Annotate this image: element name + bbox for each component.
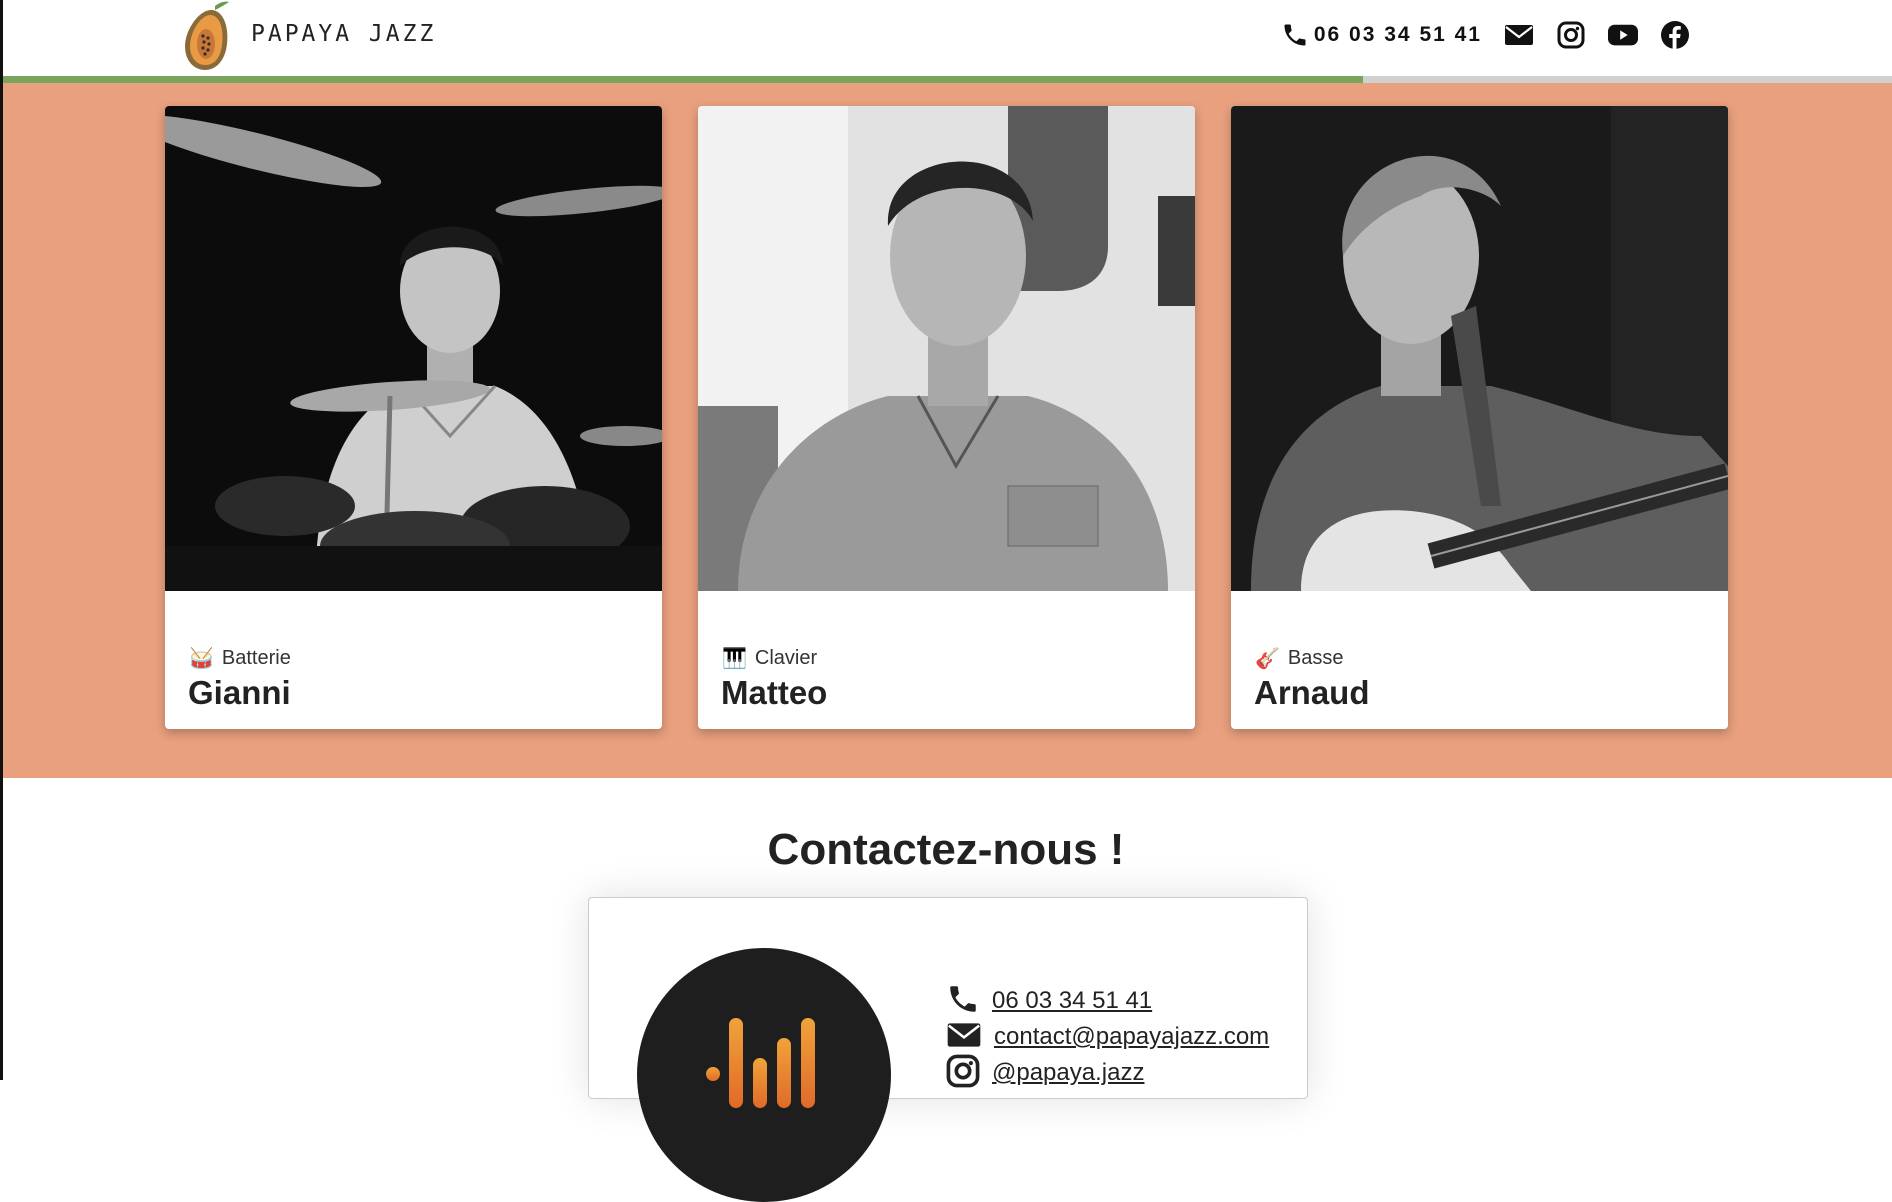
scroll-progress-fill	[3, 76, 1364, 83]
musician-card[interactable]: 🎹 Clavier Matteo	[698, 106, 1195, 729]
musician-name: Gianni	[188, 674, 291, 711]
guitar-icon: 🎸	[1255, 648, 1280, 670]
header-phone-number[interactable]: 06 03 34 51 41	[1314, 23, 1482, 47]
scroll-progress-bar	[3, 76, 1892, 83]
instagram-icon[interactable]	[1556, 20, 1586, 50]
header-contact-bar: 06 03 34 51 41	[1280, 20, 1690, 50]
contact-instagram-row: @papaya.jazz	[946, 1054, 1269, 1093]
musician-card[interactable]: 🥁 Batterie Gianni	[165, 106, 662, 729]
musician-card[interactable]: 🎸 Basse Arnaud	[1231, 106, 1728, 729]
role-label: Basse	[1287, 647, 1344, 669]
phone-icon	[946, 982, 980, 1021]
piano-icon: 🎹	[722, 648, 747, 670]
musician-role: 🥁 Batterie	[189, 646, 291, 671]
brand-name[interactable]: PAPAYA JAZZ	[251, 21, 436, 47]
facebook-icon[interactable]	[1660, 20, 1690, 50]
phone-icon	[1280, 20, 1310, 50]
keyboardist-photo	[698, 106, 1195, 591]
role-label: Clavier	[754, 647, 818, 669]
musician-role: 🎸 Basse	[1255, 646, 1344, 671]
papaya-logo[interactable]	[179, 0, 243, 72]
bassist-photo	[1231, 106, 1728, 591]
youtube-icon[interactable]	[1608, 20, 1638, 50]
musician-role: 🎹 Clavier	[722, 646, 817, 671]
contact-phone-link[interactable]: 06 03 34 51 41	[992, 987, 1152, 1015]
contact-title: Contactez-nous !	[767, 825, 1125, 874]
drum-icon: 🥁	[189, 648, 214, 670]
contact-logo-avatar	[637, 948, 891, 1202]
contact-list: 06 03 34 51 41 contact@papayajazz.com @p…	[946, 983, 1269, 1091]
contact-card: 06 03 34 51 41 contact@papayajazz.com @p…	[588, 897, 1308, 1202]
instagram-icon	[946, 1054, 980, 1093]
envelope-icon[interactable]	[1504, 20, 1534, 50]
site-header: PAPAYA JAZZ 06 03 34 51 41	[3, 0, 1892, 76]
contact-email-link[interactable]: contact@papayajazz.com	[994, 1023, 1269, 1051]
contact-email-row: contact@papayajazz.com	[946, 1019, 1269, 1055]
contact-phone-row: 06 03 34 51 41	[946, 983, 1269, 1019]
musician-name: Matteo	[721, 674, 828, 711]
envelope-icon	[946, 1021, 982, 1054]
contact-instagram-link[interactable]: @papaya.jazz	[992, 1059, 1144, 1087]
musicians-section: 🥁 Batterie Gianni 🎹 Clavier Matteo 🎸 Bas…	[3, 83, 1892, 778]
role-label: Batterie	[221, 647, 291, 669]
header-phone[interactable]: 06 03 34 51 41	[1280, 20, 1482, 50]
musician-name: Arnaud	[1254, 674, 1370, 711]
drummer-photo	[165, 106, 662, 591]
